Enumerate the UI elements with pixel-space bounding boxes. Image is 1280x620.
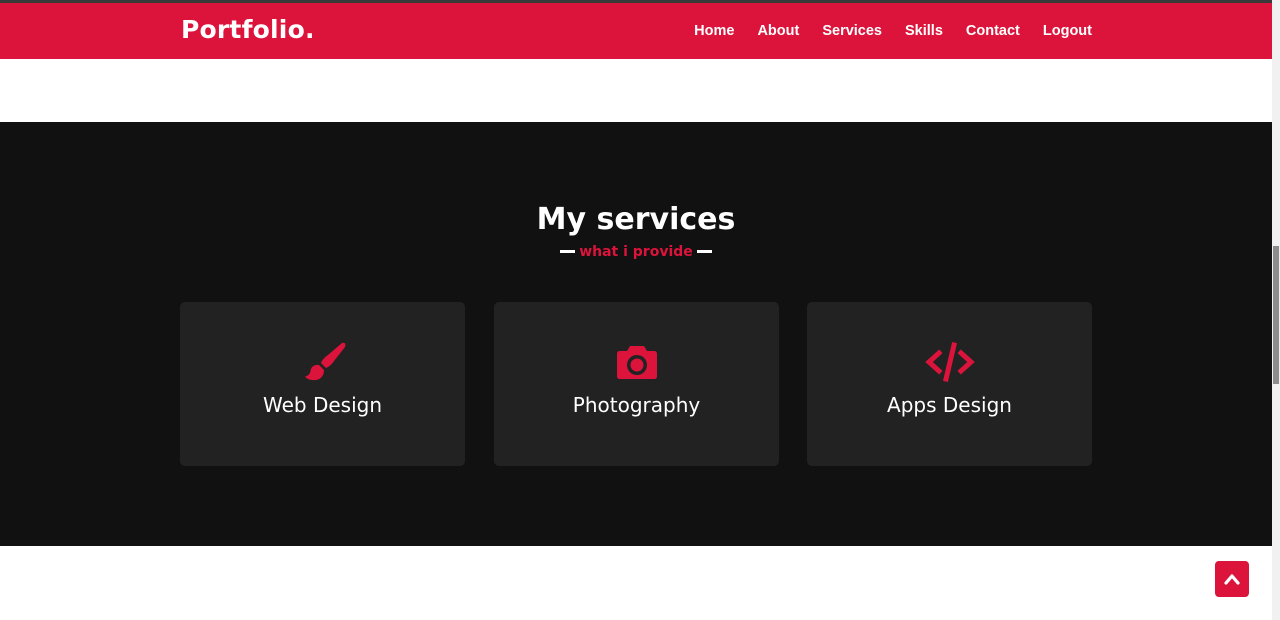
service-card-web-design[interactable]: Web Design bbox=[180, 302, 465, 466]
nav-item-skills: Skills bbox=[905, 21, 943, 41]
subtitle-dash-right bbox=[696, 249, 712, 253]
nav-item-contact: Contact bbox=[966, 21, 1020, 41]
nav-link-logout[interactable]: Logout bbox=[1043, 23, 1092, 39]
service-card-title: Photography bbox=[572, 393, 701, 417]
nav-link-skills[interactable]: Skills bbox=[905, 23, 943, 39]
nav-item-services: Services bbox=[822, 21, 882, 41]
service-card-apps-design[interactable]: Apps Design bbox=[807, 302, 1092, 466]
nav-link-services[interactable]: Services bbox=[822, 23, 882, 39]
scroll-to-top-button[interactable] bbox=[1215, 561, 1249, 597]
scrollbar-thumb[interactable] bbox=[1273, 246, 1279, 384]
page: Portfolio. Home About Services Skills Co… bbox=[0, 0, 1280, 620]
subtitle-dash-left bbox=[560, 249, 576, 253]
service-card-title: Apps Design bbox=[887, 393, 1012, 417]
chevron-up-icon bbox=[1224, 574, 1240, 585]
paintbrush-icon bbox=[304, 342, 345, 381]
section-title: My services bbox=[536, 202, 736, 237]
code-icon bbox=[924, 341, 975, 383]
nav-menu: Home About Services Skills Contact Logou… bbox=[671, 21, 1092, 41]
nav-link-about[interactable]: About bbox=[757, 23, 799, 39]
nav-item-home: Home bbox=[694, 21, 734, 41]
nav-item-about: About bbox=[757, 21, 799, 41]
service-card-photography[interactable]: Photography bbox=[494, 302, 779, 466]
camera-icon bbox=[616, 346, 657, 379]
page-scrollbar[interactable] bbox=[1272, 0, 1280, 620]
nav-item-logout: Logout bbox=[1043, 21, 1092, 41]
service-card-title: Web Design bbox=[262, 393, 382, 417]
section-subtitle-text: what i provide bbox=[579, 244, 693, 260]
nav-link-home[interactable]: Home bbox=[694, 23, 734, 39]
section-subtitle: what i provide bbox=[0, 242, 1272, 262]
nav-link-contact[interactable]: Contact bbox=[966, 23, 1020, 39]
navbar: Portfolio. Home About Services Skills Co… bbox=[0, 3, 1272, 59]
services-section: My services what i provide Web Design Ph… bbox=[0, 122, 1272, 546]
logo[interactable]: Portfolio. bbox=[181, 15, 315, 45]
